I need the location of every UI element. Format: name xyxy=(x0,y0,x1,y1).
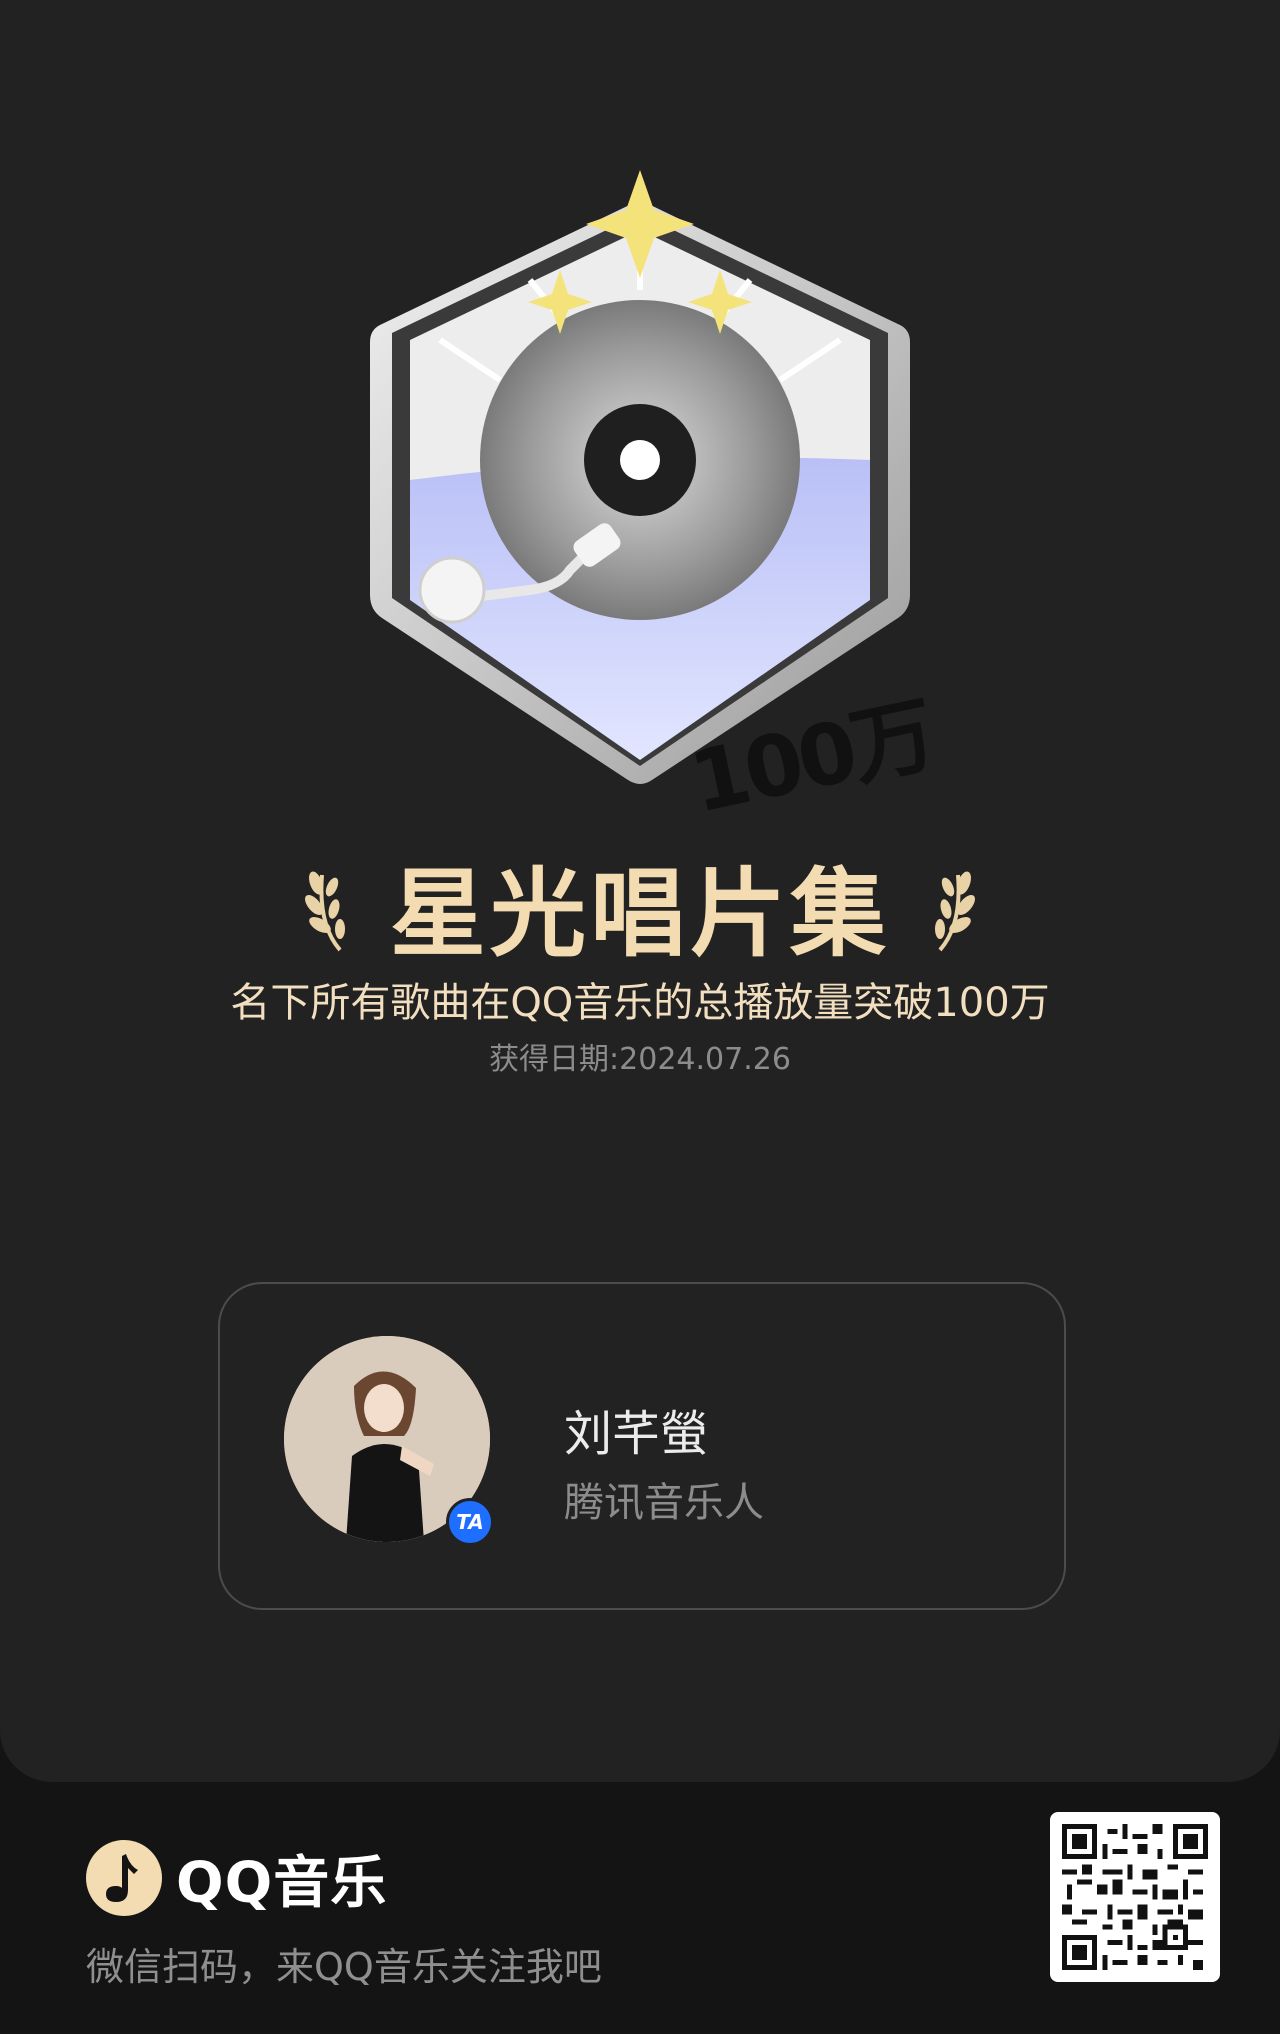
brand: QQ音乐 xyxy=(86,1840,387,1916)
user-role: 腾讯音乐人 xyxy=(564,1480,764,1526)
record-badge: 100万 xyxy=(370,170,940,832)
user-name[interactable]: 刘芊螢 xyxy=(564,1394,708,1464)
laurel-right-icon xyxy=(935,871,975,952)
achievement-date: 获得日期:2024.07.26 xyxy=(489,1042,791,1077)
qr-code-icon xyxy=(1062,1824,1208,1970)
achievement-title: 星光唱片集 xyxy=(390,857,890,970)
title-row: 星光唱片集 xyxy=(0,840,1280,970)
user-card[interactable]: TA 刘芊螢 腾讯音乐人 xyxy=(218,1282,1066,1610)
laurel-left-icon xyxy=(305,871,345,952)
brand-name: QQ音乐 xyxy=(176,1850,388,1916)
footer-slogan: 微信扫码，来QQ音乐关注我吧 xyxy=(86,1945,602,1989)
qr-code[interactable] xyxy=(1050,1812,1220,1982)
qq-music-logo-icon xyxy=(86,1840,162,1916)
verified-musician-icon: TA xyxy=(446,1498,494,1546)
achievement-card: 100万 星光唱片集 名下所有歌曲在QQ音乐的总播放量突破100万 获得日期:2… xyxy=(0,0,1280,1782)
achievement-description: 名下所有歌曲在QQ音乐的总播放量突破100万 xyxy=(230,980,1050,1026)
